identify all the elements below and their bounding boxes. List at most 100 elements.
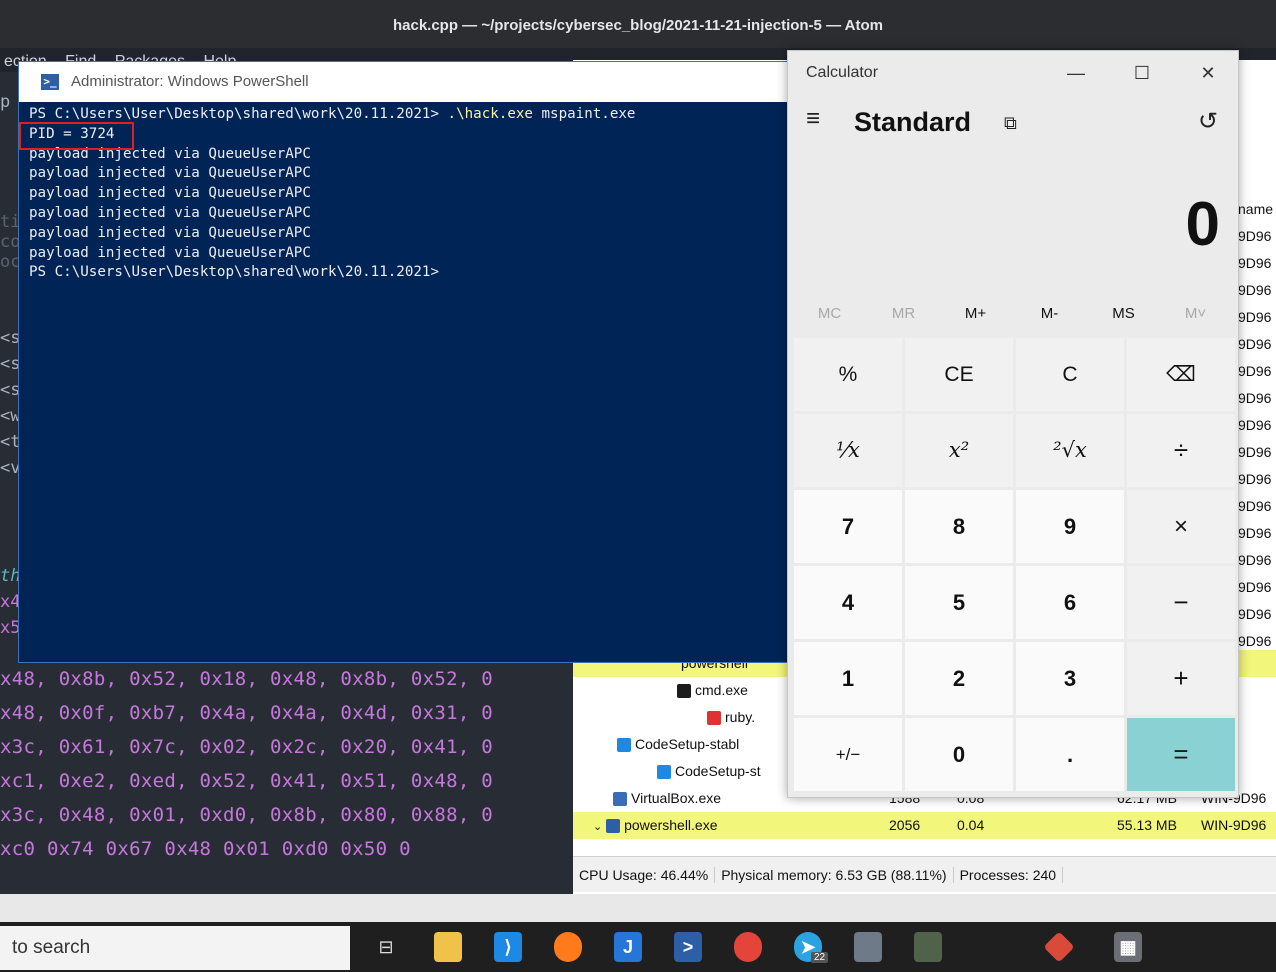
reciprocal-button[interactable]: ⅟x — [794, 414, 902, 487]
percent-button[interactable]: % — [794, 338, 902, 411]
hex-code-line: x48, 0x0f, 0xb7, 0x4a, 0x4a, 0x4d, 0x31,… — [0, 702, 494, 724]
history-icon[interactable]: ↺ — [1198, 107, 1218, 136]
git-icon[interactable] — [1043, 931, 1075, 963]
divide-button[interactable]: ÷ — [1127, 414, 1235, 487]
maximize-button[interactable]: ☐ — [1114, 51, 1170, 95]
square-root-button[interactable]: ²√x — [1016, 414, 1124, 487]
calculator-icon[interactable]: ▦ — [1114, 932, 1142, 962]
user-column-cell: 9D96 — [1238, 498, 1272, 514]
powershell-icon — [606, 819, 621, 834]
negate-button[interactable]: +/− — [794, 718, 902, 791]
digit-0-button[interactable]: 0 — [905, 718, 1013, 791]
digit-4-button[interactable]: 4 — [794, 566, 902, 639]
calculator-window[interactable]: Calculator — ☐ ✕ ≡ Standard ⧉ ↺ 0 MC MR … — [787, 50, 1239, 798]
vscode-icon — [617, 738, 631, 753]
powershell-window[interactable]: >_ Administrator: Windows PowerShell PS … — [18, 61, 791, 663]
atom-window-title: hack.cpp — ~/projects/cybersec_blog/2021… — [0, 0, 1276, 48]
user-column-cell: 9D96 — [1238, 525, 1272, 541]
vm-icon[interactable] — [914, 932, 942, 962]
process-row[interactable]: ⌄ powershell.exe 2056 0.04 55.13 MB WIN-… — [573, 812, 1276, 839]
task-view-icon[interactable]: ⊟ — [372, 932, 400, 962]
digit-6-button[interactable]: 6 — [1016, 566, 1124, 639]
calculator-mode-title: Standard — [854, 107, 972, 137]
clear-button[interactable]: C — [1016, 338, 1124, 411]
user-column-cell: 9D96 — [1238, 336, 1272, 352]
user-column-cell: 9D96 — [1238, 228, 1272, 244]
memory-store-button[interactable]: MS — [1086, 299, 1161, 329]
memory-recall-button[interactable]: MR — [866, 299, 941, 329]
digit-7-button[interactable]: 7 — [794, 490, 902, 563]
decimal-button[interactable]: . — [1016, 718, 1124, 791]
final-prompt: PS C:\Users\User\Desktop\shared\work\20.… — [29, 264, 439, 281]
hamburger-menu-icon[interactable]: ≡ — [806, 105, 820, 133]
process-name: CodeSetup-stabl — [635, 736, 740, 752]
memory-subtract-button[interactable]: M- — [1012, 299, 1087, 329]
clear-entry-button[interactable]: CE — [905, 338, 1013, 411]
close-button[interactable]: ✕ — [1180, 51, 1236, 95]
file-explorer-icon[interactable] — [434, 932, 462, 962]
digit-2-button[interactable]: 2 — [905, 642, 1013, 715]
digit-3-button[interactable]: 3 — [1016, 642, 1124, 715]
memory-row: MC MR M+ M- MS M˅ — [788, 299, 1238, 329]
memory-list-button[interactable]: M˅ — [1158, 299, 1233, 329]
cmd-icon — [677, 684, 691, 699]
hex-code-line: x3c, 0x61, 0x7c, 0x02, 0x2c, 0x20, 0x41,… — [0, 736, 494, 758]
user-column-cell: 9D96 — [1238, 552, 1272, 568]
search-placeholder: to search — [12, 937, 91, 958]
ruby-icon — [707, 711, 721, 726]
output-line: payload injected via QueueUserAPC — [29, 244, 311, 261]
process-cpu: 0.04 — [957, 817, 985, 833]
calculator-titlebar[interactable]: Calculator — ☐ ✕ — [788, 51, 1238, 95]
user-column-cell: 9D96 — [1238, 417, 1272, 433]
equals-button[interactable]: = — [1127, 718, 1235, 791]
cpu-usage: CPU Usage: 46.44% — [573, 867, 716, 883]
user-column-cell: 9D96 — [1238, 444, 1272, 460]
process-name: ruby. — [725, 709, 756, 725]
user-column-cell: 9D96 — [1238, 309, 1272, 325]
user-column-cell: 9D96 — [1238, 390, 1272, 406]
process-user: WIN-9D96 — [1201, 817, 1267, 833]
hex-code-line: xc0 0x74 0x67 0x48 0x01 0xd0 0x50 0 — [0, 838, 411, 860]
add-button[interactable]: + — [1127, 642, 1235, 715]
output-line: payload injected via QueueUserAPC — [29, 185, 311, 202]
recorder-icon[interactable] — [734, 932, 762, 962]
powershell-icon[interactable]: > — [674, 932, 702, 962]
digit-8-button[interactable]: 8 — [905, 490, 1013, 563]
user-column-cell: 9D96 — [1238, 255, 1272, 271]
powershell-icon: >_ — [41, 74, 59, 90]
square-button[interactable]: x² — [905, 414, 1013, 487]
atom-status-area — [0, 894, 1276, 922]
minimize-button[interactable]: — — [1048, 51, 1104, 95]
multiply-button[interactable]: × — [1127, 490, 1235, 563]
digit-9-button[interactable]: 9 — [1016, 490, 1124, 563]
output-line: payload injected via QueueUserAPC — [29, 224, 311, 241]
taskbar-search-box[interactable]: to search — [0, 926, 350, 970]
user-column-cell: 9D96 — [1238, 471, 1272, 487]
process-name: cmd.exe — [695, 682, 748, 698]
powershell-titlebar[interactable]: >_ Administrator: Windows PowerShell — [19, 62, 790, 102]
column-header-username[interactable]: name — [1238, 196, 1276, 223]
digit-5-button[interactable]: 5 — [905, 566, 1013, 639]
intellij-icon[interactable]: J — [614, 932, 642, 962]
hex-code-line: xc1, 0xe2, 0xed, 0x52, 0x41, 0x51, 0x48,… — [0, 770, 494, 792]
virtualbox-icon — [613, 792, 627, 807]
process-explorer-statusbar: CPU Usage: 46.44% Physical memory: 6.53 G… — [573, 856, 1276, 892]
user-column-cell: 9D96 — [1238, 606, 1272, 622]
subtract-button[interactable]: − — [1127, 566, 1235, 639]
powershell-console[interactable]: PS C:\Users\User\Desktop\shared\work\20.… — [29, 105, 789, 660]
digit-1-button[interactable]: 1 — [794, 642, 902, 715]
virtualbox-icon[interactable] — [854, 932, 882, 962]
backspace-button[interactable]: ⌫ — [1127, 338, 1235, 411]
command-argument: mspaint.exe — [532, 106, 636, 122]
keep-on-top-icon[interactable]: ⧉ — [1004, 113, 1017, 134]
vscode-icon — [657, 765, 671, 780]
firefox-icon[interactable] — [554, 932, 582, 962]
chevron-down-icon[interactable]: ⌄ — [593, 821, 602, 833]
process-memory: 55.13 MB — [1117, 817, 1177, 833]
hex-code-line: x3c, 0x48, 0x01, 0xd0, 0x8b, 0x80, 0x88,… — [0, 804, 494, 826]
windows-taskbar: to search ⊟ ⟩ J > ➤ 22 ▦ — [0, 922, 1276, 972]
memory-clear-button[interactable]: MC — [792, 299, 867, 329]
vscode-icon[interactable]: ⟩ — [494, 932, 522, 962]
memory-add-button[interactable]: M+ — [938, 299, 1013, 329]
user-column-cell: 9D96 — [1238, 579, 1272, 595]
